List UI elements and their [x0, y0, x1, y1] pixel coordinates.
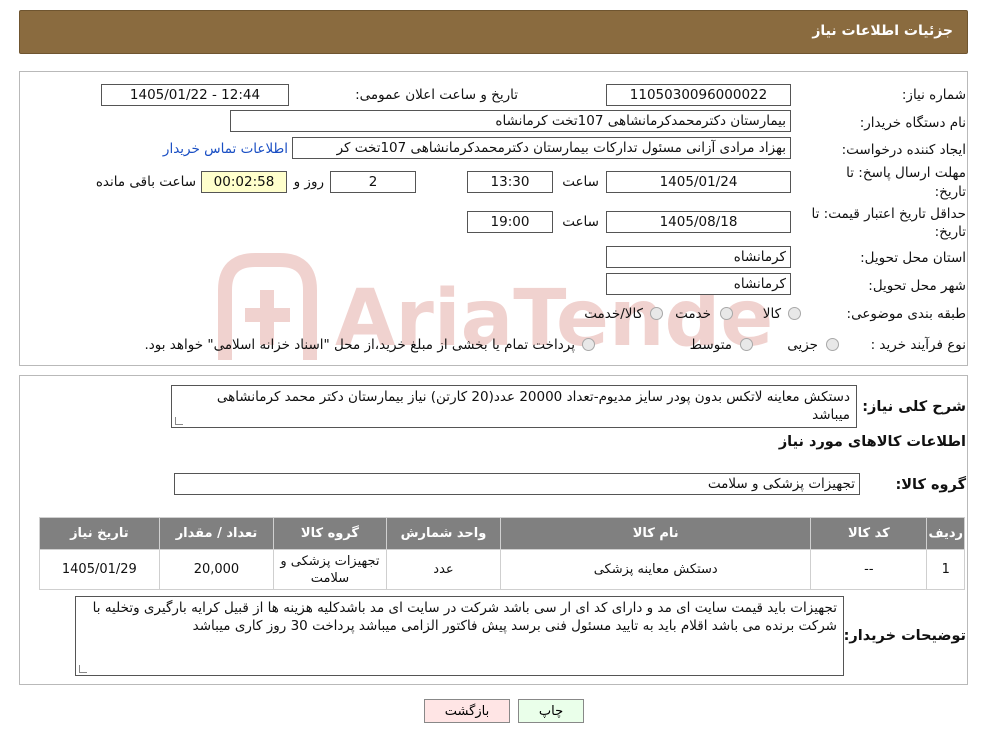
category-radio-goods[interactable]	[788, 307, 801, 320]
announce-datetime-field: 1405/01/22 - 12:44	[101, 84, 289, 106]
summary-label: شرح کلی نیاز:	[862, 399, 966, 415]
process-label: نوع فرآیند خرید :	[870, 337, 966, 353]
category-option-goods-service: کالا/خدمت	[584, 306, 643, 322]
province-field: کرمانشاه	[606, 246, 791, 268]
cell-code: --	[810, 549, 928, 590]
notes-text-content: تجهیزات باید قیمت سایت ای مد و دارای کد …	[92, 600, 837, 634]
validity-date-field: 1405/08/18	[606, 211, 791, 233]
goods-group-field: تجهیزات پزشکی و سلامت	[174, 473, 860, 495]
process-radio-treasury[interactable]	[582, 338, 595, 351]
goods-group-label: گروه کالا:	[895, 477, 966, 493]
summary-text-content: دستکش معاینه لاتکس بدون پودر سایز مدیوم-…	[216, 389, 850, 423]
cell-group: تجهیزات پزشکی و سلامت	[273, 549, 387, 590]
announce-label: تاریخ و ساعت اعلان عمومی:	[355, 87, 518, 103]
col-group: گروه کالا	[273, 517, 387, 550]
time-remaining-label: ساعت باقی مانده	[95, 174, 196, 190]
validity-time-label: ساعت	[562, 214, 599, 230]
goods-section-title: اطلاعات کالاهای مورد نیاز	[778, 434, 966, 450]
col-code: کد کالا	[810, 517, 928, 550]
goods-table: ردیف کد کالا نام کالا واحد شمارش گروه کا…	[39, 517, 965, 590]
province-label: استان محل تحویل:	[860, 250, 966, 266]
category-label: طبقه بندی موضوعی:	[846, 306, 966, 322]
category-radio-goods-service[interactable]	[650, 307, 663, 320]
summary-text: دستکش معاینه لاتکس بدون پودر سایز مدیوم-…	[171, 385, 857, 428]
creator-field: بهزاد مرادی آزانی مسئول تدارکات بیمارستا…	[292, 137, 791, 159]
deadline-date-field: 1405/01/24	[606, 171, 791, 193]
time-remaining-field: 00:02:58	[201, 171, 287, 193]
need-number-label: شماره نیاز:	[901, 87, 966, 103]
city-label: شهر محل تحویل:	[868, 278, 966, 294]
deadline-time-label: ساعت	[562, 174, 599, 190]
table-header-row: ردیف کد کالا نام کالا واحد شمارش گروه کا…	[39, 517, 965, 550]
page-title: جزئیات اطلاعات نیاز	[812, 23, 953, 39]
table-row: 1 -- دستکش معاینه پزشکی عدد تجهیزات پزشک…	[39, 549, 965, 590]
cell-unit: عدد	[385, 549, 502, 590]
process-note: پرداخت تمام یا بخشی از مبلغ خرید،از محل …	[144, 337, 575, 353]
cell-row: 1	[926, 549, 965, 590]
buyer-label: نام دستگاه خریدار:	[859, 115, 966, 131]
col-row: ردیف	[926, 517, 965, 550]
process-option-medium: متوسط	[689, 337, 732, 353]
deadline-label-line2: تاریخ:	[934, 184, 966, 200]
need-number-field: 1105030096000022	[606, 84, 791, 106]
category-option-goods: کالا	[762, 306, 781, 322]
deadline-label-line1: مهلت ارسال پاسخ: تا	[846, 165, 966, 181]
days-label: روز و	[293, 174, 324, 190]
category-option-service: خدمت	[675, 306, 711, 322]
notes-label: توضیحات خریدار:	[843, 628, 966, 644]
resize-handle-icon[interactable]	[175, 417, 183, 425]
validity-label-line1: حداقل تاریخ اعتبار قیمت: تا	[811, 206, 966, 222]
buyer-field: بیمارستان دکترمحمدکرمانشاهی 107تخت کرمان…	[230, 110, 791, 132]
cell-quantity: 20,000	[158, 549, 275, 590]
buyer-contact-link[interactable]: اطلاعات تماس خریدار	[163, 141, 288, 157]
col-date: تاریخ نیاز	[39, 517, 160, 550]
days-remaining-field: 2	[330, 171, 416, 193]
deadline-time-field: 13:30	[467, 171, 553, 193]
cell-name: دستکش معاینه پزشکی	[500, 549, 812, 590]
back-button[interactable]: بازگشت	[424, 699, 510, 723]
cell-date: 1405/01/29	[39, 549, 160, 590]
validity-time-field: 19:00	[467, 211, 553, 233]
category-radio-service[interactable]	[720, 307, 733, 320]
col-unit: واحد شمارش	[385, 517, 502, 550]
print-button[interactable]: چاپ	[518, 699, 584, 723]
city-field: کرمانشاه	[606, 273, 791, 295]
creator-label: ایجاد کننده درخواست:	[841, 142, 966, 158]
notes-text: تجهیزات باید قیمت سایت ای مد و دارای کد …	[75, 596, 844, 676]
page-header: جزئیات اطلاعات نیاز	[19, 10, 968, 54]
resize-handle-icon[interactable]	[79, 665, 87, 673]
validity-label-line2: تاریخ:	[934, 224, 966, 240]
col-name: نام کالا	[500, 517, 812, 550]
col-quantity: تعداد / مقدار	[158, 517, 275, 550]
process-radio-minor[interactable]	[826, 338, 839, 351]
process-option-minor: جزیی	[787, 337, 818, 353]
process-radio-medium[interactable]	[740, 338, 753, 351]
